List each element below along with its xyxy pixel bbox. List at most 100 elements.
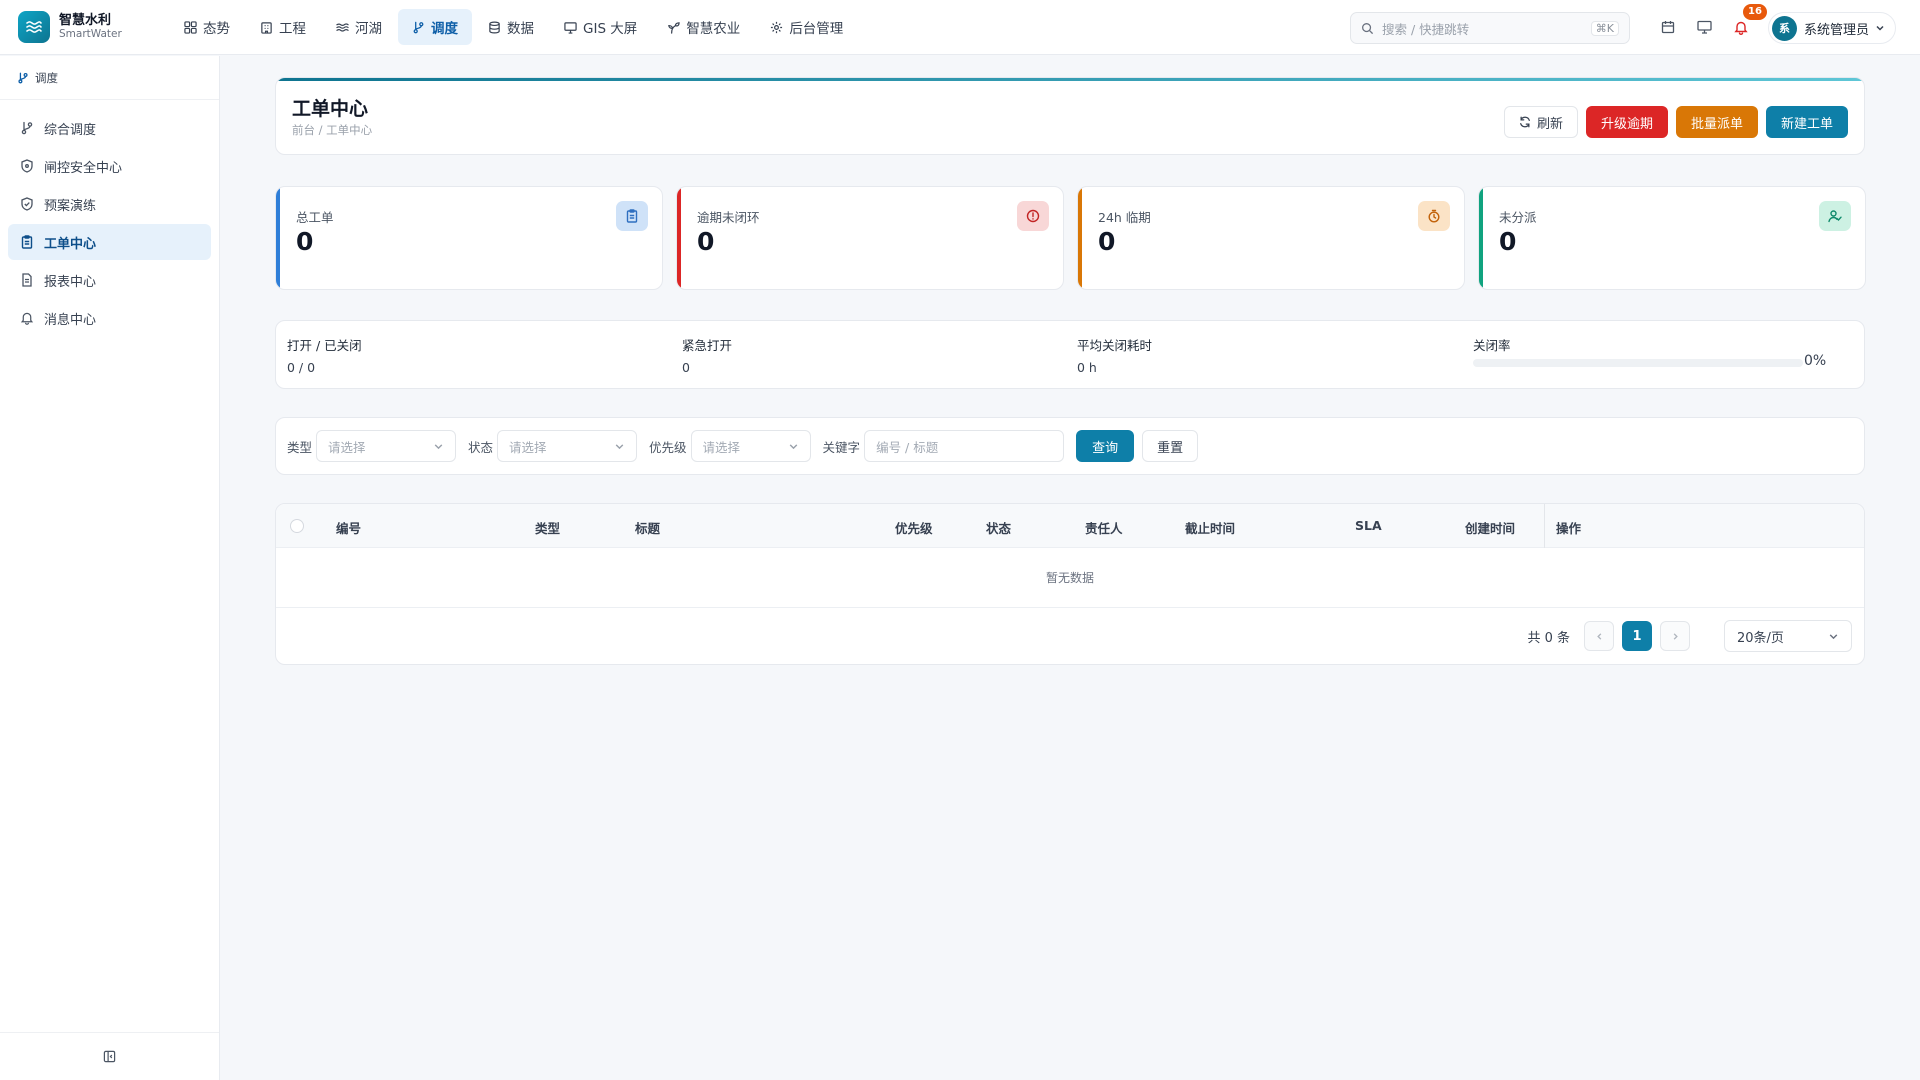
keyword-input[interactable]: 编号 / 标题 [864, 430, 1065, 462]
summary-label: 紧急打开 [682, 338, 733, 353]
stat-value: 0 [1098, 227, 1116, 256]
column-header[interactable]: 状态 [986, 518, 1011, 537]
close-rate-progress-bar [1473, 359, 1803, 367]
nav-item-agriculture[interactable]: 智慧农业 [653, 9, 754, 45]
priority-filter-label: 优先级 [649, 439, 687, 455]
column-header[interactable]: 优先级 [895, 518, 933, 537]
select-placeholder: 请选择 [702, 439, 741, 455]
escalate-overdue-button[interactable]: 升级逾期 [1585, 106, 1668, 138]
column-header[interactable]: SLA [1355, 518, 1382, 533]
work-order-table: 编号 类型 标题 优先级 状态 责任人 截止时间 SLA 创建时间 操作 暂无数… [275, 503, 1865, 665]
calendar-icon[interactable] [1658, 17, 1678, 37]
gear-icon [771, 21, 783, 33]
sidebar-item-reports[interactable]: 报表中心 [8, 262, 211, 298]
page-header: 工单中心 前台 / 工单中心 刷新 升级逾期 批量派单 新建工单 [275, 77, 1865, 155]
main-nav: 态势 工程 河湖 调度 数据 GIS 大屏 智慧农业 后台管理 [170, 0, 859, 54]
nav-item-admin[interactable]: 后台管理 [756, 9, 857, 45]
screen-icon[interactable] [1694, 17, 1714, 37]
sidebar-title: 调度 [35, 70, 58, 85]
stat-label: 未分派 [1499, 210, 1537, 225]
stat-card-overdue: 逾期未闭环 0 [676, 186, 1064, 290]
priority-select[interactable]: 请选择 [690, 430, 811, 462]
reset-button[interactable]: 重置 [1142, 430, 1199, 462]
nav-item-engineering[interactable]: 工程 [246, 9, 320, 45]
sidebar-header: 调度 [0, 56, 219, 100]
type-filter-label: 类型 [287, 439, 313, 455]
sidebar: 调度 综合调度 闸控安全中心 预案演练 工单中心 报表中心 消息中心 [0, 56, 220, 1080]
column-header[interactable]: 编号 [336, 518, 361, 537]
clipboard-icon [616, 201, 648, 231]
page-button-current[interactable]: 1 [1622, 621, 1652, 651]
column-header[interactable]: 标题 [635, 518, 660, 537]
sidebar-item-label: 报表中心 [44, 274, 97, 290]
status-select[interactable]: 请选择 [497, 430, 638, 462]
column-header[interactable]: 责任人 [1085, 518, 1123, 537]
select-placeholder: 请选择 [328, 439, 366, 455]
search-placeholder: 搜索 / 快捷跳转 [1382, 21, 1470, 37]
summary-panel: 打开 / 已关闭 0 / 0 紧急打开 0 平均关闭耗时 0 h 关闭率 0% [275, 320, 1865, 389]
header-accent-bar [276, 78, 1864, 81]
waves-icon [336, 22, 349, 32]
stat-value: 0 [697, 227, 715, 256]
type-select[interactable]: 请选择 [316, 430, 457, 462]
stat-label: 24h 临期 [1098, 210, 1151, 225]
sidebar-collapse-button[interactable] [0, 1032, 219, 1080]
sprout-icon [668, 21, 680, 34]
file-text-icon [22, 273, 32, 287]
query-button[interactable]: 查询 [1076, 430, 1135, 462]
sidebar-item-label: 闸控安全中心 [44, 160, 123, 176]
prev-page-button[interactable] [1584, 621, 1614, 651]
sidebar-item-label: 工单中心 [44, 236, 97, 252]
chevron-left-icon [1596, 632, 1601, 640]
nav-item-dispatch[interactable]: 调度 [398, 9, 472, 45]
timer-icon [1418, 201, 1450, 231]
search-input[interactable]: 搜索 / 快捷跳转 ⌘K [1350, 12, 1630, 44]
stat-card-due-24h: 24h 临期 0 [1077, 186, 1465, 290]
stat-label: 逾期未闭环 [697, 210, 760, 225]
sidebar-item-drill[interactable]: 预案演练 [8, 186, 211, 222]
create-work-order-button[interactable]: 新建工单 [1765, 106, 1848, 138]
nav-item-gis[interactable]: GIS 大屏 [550, 9, 651, 45]
sidebar-item-messages[interactable]: 消息中心 [8, 300, 211, 336]
next-page-button[interactable] [1660, 621, 1690, 651]
refresh-button[interactable]: 刷新 [1503, 106, 1578, 138]
summary-close-rate: 关闭率 [1473, 335, 1511, 354]
user-name: 系统管理员 [1804, 22, 1870, 38]
nav-item-label: 态势 [203, 21, 230, 37]
search-shortcut: ⌘K [1590, 20, 1619, 36]
fixed-column-divider [1544, 504, 1545, 548]
brand[interactable]: 智慧水利 SmartWater [0, 11, 170, 43]
summary-avg-close-time: 平均关闭耗时 0 h [1077, 335, 1152, 375]
nav-item-data[interactable]: 数据 [474, 9, 548, 45]
sidebar-item-dispatch[interactable]: 综合调度 [8, 110, 211, 146]
summary-urgent-open: 紧急打开 0 [682, 335, 732, 375]
sidebar-item-gate-safety[interactable]: 闸控安全中心 [8, 148, 211, 184]
alert-circle-icon [1017, 201, 1049, 231]
column-header[interactable]: 创建时间 [1465, 518, 1515, 537]
nav-item-situation[interactable]: 态势 [170, 9, 244, 45]
notification-bell-icon[interactable]: 16 [1731, 4, 1767, 37]
page-title: 工单中心 [292, 98, 369, 120]
chevron-down-icon [615, 443, 624, 449]
database-icon [489, 21, 500, 33]
filter-bar: 类型 请选择 状态 请选择 优先级 请选择 关键字 编号 / 标题 查询 重置 [275, 417, 1865, 475]
column-header[interactable]: 类型 [535, 518, 560, 537]
stat-accent-bar [276, 187, 280, 289]
building-icon [261, 21, 272, 34]
select-all-checkbox[interactable] [290, 519, 304, 533]
page-size-select[interactable]: 20条/页 [1724, 620, 1852, 652]
git-branch-icon [21, 121, 33, 135]
keyword-filter-label: 关键字 [822, 439, 861, 455]
select-placeholder: 请选择 [509, 439, 547, 455]
user-menu[interactable]: 系 系统管理员 [1768, 12, 1897, 44]
column-header[interactable]: 截止时间 [1185, 518, 1235, 537]
page-size-value: 20条/页 [1737, 630, 1784, 646]
nav-item-rivers[interactable]: 河湖 [322, 9, 396, 45]
batch-dispatch-button[interactable]: 批量派单 [1675, 106, 1758, 138]
pagination: 共 0 条 1 20条/页 [1527, 620, 1852, 652]
stat-value: 0 [1499, 227, 1517, 256]
refresh-icon [1520, 116, 1530, 128]
user-check-icon [1819, 201, 1851, 231]
sidebar-collapse-icon [103, 1050, 116, 1063]
sidebar-item-work-orders[interactable]: 工单中心 [8, 224, 211, 260]
